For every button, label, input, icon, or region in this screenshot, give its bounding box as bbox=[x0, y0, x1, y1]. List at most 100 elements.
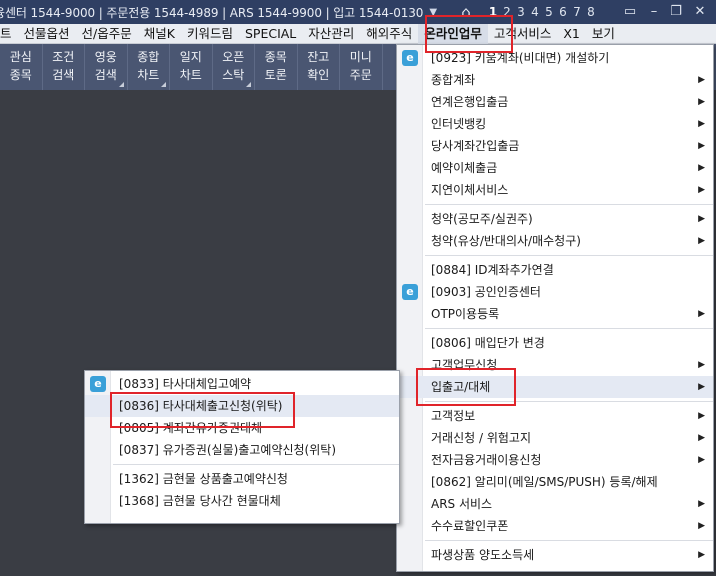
menu-item-fee-coupon[interactable]: 수수료할인쿠폰 ▶ bbox=[397, 515, 713, 537]
menu-item-trade-request-risk[interactable]: 거래신청 / 위험고지 ▶ bbox=[397, 427, 713, 449]
menu-item-linked-bank[interactable]: 연계은행입출금 ▶ bbox=[397, 91, 713, 113]
dropdown-caret-icon bbox=[246, 82, 251, 87]
submenu-arrow-icon: ▶ bbox=[698, 499, 705, 509]
toolbar-label-line1: 종합 bbox=[137, 50, 160, 64]
toolbar-button-condition-search[interactable]: 조건 검색 bbox=[43, 44, 85, 90]
menu-item-keyword-dream[interactable]: 키워드림 bbox=[181, 24, 239, 44]
toolbar-label-line2: 토론 bbox=[264, 68, 287, 82]
menu-item-label: 수수료할인쿠폰 bbox=[431, 519, 509, 533]
menu-item-label: [0836] 타사대체출고신청(위탁) bbox=[119, 399, 283, 413]
e-app-icon: e bbox=[402, 284, 418, 300]
submenu-item-gold-out-reservation[interactable]: [1362] 금현물 상품출고예약신청 bbox=[85, 468, 399, 490]
page-button-5[interactable]: 5 bbox=[542, 5, 556, 19]
menu-item-customer-request[interactable]: 고객업무신청 ▶ bbox=[397, 354, 713, 376]
toolbar-button-daily-chart[interactable]: 일지 차트 bbox=[170, 44, 213, 90]
toolbar-button-balance-check[interactable]: 잔고 확인 bbox=[298, 44, 340, 90]
submenu-item-physical-securities-out[interactable]: [0837] 유가증권(실물)출고예약신청(위탁) bbox=[85, 439, 399, 461]
menu-item-notifier-registration[interactable]: [0862] 알리미(메일/SMS/PUSH) 등록/해제 bbox=[397, 471, 713, 493]
menu-item-derivatives-tax[interactable]: 파생상품 양도소득세 ▶ bbox=[397, 544, 713, 566]
submenu-arrow-icon: ▶ bbox=[698, 360, 705, 370]
page-button-1[interactable]: 1 bbox=[486, 5, 500, 19]
menu-item-rights-subscription[interactable]: 청약(유상/반대의사/매수청구) ▶ bbox=[397, 230, 713, 252]
menu-item-label: [0923] 키움계좌(비대면) 개설하기 bbox=[431, 51, 610, 65]
menu-item-label: [0806] 매입단가 변경 bbox=[431, 336, 545, 350]
menu-item-label: [0884] ID계좌추가연결 bbox=[431, 263, 554, 277]
title-bar: 융센터 1544-9000 | 주문전용 1544-4989 | ARS 154… bbox=[0, 0, 716, 24]
submenu-arrow-icon: ▶ bbox=[698, 521, 705, 531]
toolbar-button-hero-search[interactable]: 영웅 검색 bbox=[85, 44, 128, 90]
menu-separator bbox=[425, 540, 713, 541]
menu-item-ipo-subscription[interactable]: 청약(공모주/실권주) ▶ bbox=[397, 208, 713, 230]
menu-item-channel-k[interactable]: 채널K bbox=[138, 24, 181, 44]
page-button-2[interactable]: 2 bbox=[500, 5, 514, 19]
toolbar-label-line1: 영웅 bbox=[94, 50, 117, 64]
menu-item-label: 청약(공모주/실권주) bbox=[431, 212, 533, 226]
menu-item-label: 예약이체출금 bbox=[431, 161, 498, 175]
dropdown-caret-icon bbox=[161, 82, 166, 87]
deposit-withdraw-submenu: e [0833] 타사대체입고예약 [0836] 타사대체출고신청(위탁) [08… bbox=[84, 370, 400, 524]
page-button-4[interactable]: 4 bbox=[528, 5, 542, 19]
toolbar-button-stock-discussion[interactable]: 종목토론 bbox=[255, 44, 298, 90]
menu-separator bbox=[113, 464, 399, 465]
menu-item-overseas-stocks[interactable]: 해외주식 bbox=[360, 24, 418, 44]
menu-item-view[interactable]: 보기 bbox=[586, 24, 621, 44]
menu-item-otp-registration[interactable]: OTP이용등록 ▶ bbox=[397, 303, 713, 325]
menu-item-id-account-link[interactable]: [0884] ID계좌추가연결 bbox=[397, 259, 713, 281]
menu-item-customer-service[interactable]: 고객서비스 bbox=[488, 24, 558, 44]
e-app-icon: e bbox=[90, 376, 106, 392]
menu-item-partial[interactable]: 트 bbox=[0, 24, 18, 44]
menu-item-internet-banking[interactable]: 인터넷뱅킹 ▶ bbox=[397, 113, 713, 135]
menu-item-fo-order[interactable]: 선/옵주문 bbox=[76, 24, 138, 44]
minimize-icon[interactable]: – bbox=[644, 2, 664, 22]
submenu-item-transfer-in-reservation[interactable]: e [0833] 타사대체입고예약 bbox=[85, 373, 399, 395]
close-icon[interactable]: ✕ bbox=[690, 2, 710, 22]
page-button-6[interactable]: 6 bbox=[556, 5, 570, 19]
toolbar-button-watchlist[interactable]: 관심 종목 bbox=[0, 44, 43, 90]
toolbar-label-line2: 차트 bbox=[179, 68, 202, 82]
menu-item-label: [0833] 타사대체입고예약 bbox=[119, 377, 252, 391]
menu-item-e-finance-request[interactable]: 전자금융거래이용신청 ▶ bbox=[397, 449, 713, 471]
menu-item-label: 인터넷뱅킹 bbox=[431, 117, 487, 131]
toolbar-button-open-stock[interactable]: 오픈 스탁 bbox=[213, 44, 255, 90]
toolbar-label-line2: 검색 bbox=[52, 68, 75, 82]
toolbar-button-composite-chart[interactable]: 종합 차트 bbox=[128, 44, 170, 90]
menu-item-delayed-transfer[interactable]: 지연이체서비스 ▶ bbox=[397, 179, 713, 201]
menu-item-asset-management[interactable]: 자산관리 bbox=[302, 24, 360, 44]
menu-item-scheduled-transfer[interactable]: 예약이체출금 ▶ bbox=[397, 157, 713, 179]
menu-item-purchase-price-change[interactable]: [0806] 매입단가 변경 bbox=[397, 332, 713, 354]
menu-item-label: [1362] 금현물 상품출고예약신청 bbox=[119, 472, 288, 486]
home-icon[interactable]: ⌂ bbox=[456, 2, 476, 22]
submenu-arrow-icon: ▶ bbox=[698, 236, 705, 246]
menu-item-label: [0903] 공인인증센터 bbox=[431, 285, 541, 299]
menu-bar: 트 선물옵션 선/옵주문 채널K 키워드림 SPECIAL 자산관리 해외주식 … bbox=[0, 23, 716, 44]
menu-separator bbox=[425, 204, 713, 205]
page-button-8[interactable]: 8 bbox=[584, 5, 598, 19]
menu-item-ars-service[interactable]: ARS 서비스 ▶ bbox=[397, 493, 713, 515]
dropdown-caret-icon bbox=[118, 82, 124, 87]
menu-item-inter-account-transfer[interactable]: 당사계좌간입출금 ▶ bbox=[397, 135, 713, 157]
screen-page-selector: 1 2 3 4 5 6 7 8 bbox=[486, 0, 598, 24]
menu-item-x1[interactable]: X1 bbox=[557, 24, 586, 44]
page-button-7[interactable]: 7 bbox=[570, 5, 584, 19]
restore-icon[interactable]: ❐ bbox=[666, 2, 686, 22]
chevron-down-icon[interactable]: ▼ bbox=[429, 7, 437, 18]
menu-item-open-account[interactable]: e [0923] 키움계좌(비대면) 개설하기 bbox=[397, 47, 713, 69]
menu-item-label: [0805] 계좌간유가증권대체 bbox=[119, 421, 263, 435]
menu-item-futures-options[interactable]: 선물옵션 bbox=[18, 24, 76, 44]
menu-item-online-services[interactable]: 온라인업무 bbox=[418, 23, 488, 44]
page-button-3[interactable]: 3 bbox=[514, 5, 528, 19]
submenu-arrow-icon: ▶ bbox=[698, 214, 705, 224]
toolbar-button-mini-order[interactable]: 미니 주문 bbox=[340, 44, 383, 90]
monitor-icon[interactable]: ▭ bbox=[620, 2, 640, 22]
menu-item-customer-info[interactable]: 고객정보 ▶ bbox=[397, 405, 713, 427]
menu-item-certificate-center[interactable]: e [0903] 공인인증센터 bbox=[397, 281, 713, 303]
menu-item-deposit-withdraw-transfer[interactable]: 입출고/대체 ▶ bbox=[397, 376, 713, 398]
menu-item-special[interactable]: SPECIAL bbox=[239, 24, 302, 44]
toolbar-label-line1: 종목 bbox=[264, 50, 287, 64]
menu-item-comprehensive-account[interactable]: 종합계좌 ▶ bbox=[397, 69, 713, 91]
submenu-item-transfer-out-request[interactable]: [0836] 타사대체출고신청(위탁) bbox=[85, 395, 399, 417]
submenu-item-gold-internal-transfer[interactable]: [1368] 금현물 당사간 현물대체 bbox=[85, 490, 399, 512]
menu-item-label: [0837] 유가증권(실물)출고예약신청(위탁) bbox=[119, 443, 337, 457]
menu-item-label: 종합계좌 bbox=[431, 73, 476, 87]
submenu-item-securities-transfer[interactable]: [0805] 계좌간유가증권대체 bbox=[85, 417, 399, 439]
